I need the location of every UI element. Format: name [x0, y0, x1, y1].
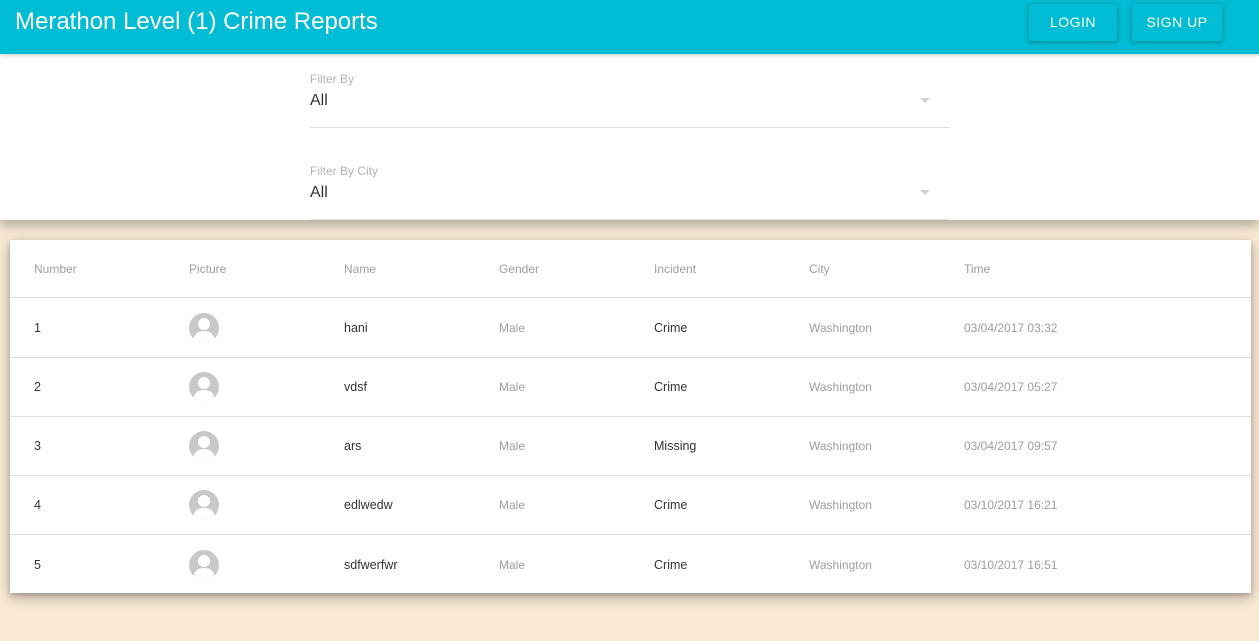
field-underline: [310, 127, 950, 128]
row-name: vdsf: [344, 380, 367, 394]
row-incident: Crime: [654, 498, 688, 512]
row-gender: Male: [499, 321, 526, 335]
avatar-icon: [189, 431, 219, 461]
row-city: Washington: [809, 557, 872, 572]
header-city: City: [809, 261, 830, 276]
row-picture: [189, 417, 219, 475]
filter-by-city-label: Filter By City: [310, 164, 379, 178]
filters-panel: Filter By All Filter By City All: [0, 54, 1259, 220]
row-time: 03/10/2017 16:21: [964, 498, 1058, 512]
row-picture: [189, 358, 219, 416]
header-incident: Incident: [654, 261, 697, 276]
row-picture: [189, 299, 219, 357]
row-name: sdfwerfwr: [344, 557, 398, 572]
row-incident: Crime: [654, 321, 688, 335]
avatar-icon: [189, 313, 219, 343]
row-time: 03/04/2017 03:32: [964, 321, 1058, 335]
row-gender: Male: [499, 498, 526, 512]
app-bar: Merathon Level (1) Crime Reports LOGIN S…: [0, 0, 1259, 54]
avatar-icon: [189, 490, 219, 520]
table-row[interactable]: 1 hani Male Crime Washington 03/04/2017 03:32: [10, 299, 1251, 358]
login-button[interactable]: LOGIN: [1029, 4, 1117, 41]
reports-table: Number Picture Name Gender Incident City…: [10, 240, 1251, 593]
filter-by-select[interactable]: Filter By All: [310, 72, 950, 128]
table-row[interactable]: 4 edlwedw Male Crime Washington 03/10/2017 16…: [10, 476, 1251, 535]
filter-by-value[interactable]: All: [310, 92, 328, 110]
row-name: hani: [344, 321, 368, 335]
dropdown-arrow-icon[interactable]: [920, 98, 930, 103]
row-incident: Missing: [654, 439, 697, 453]
row-city: Washington: [809, 498, 872, 512]
row-number: 3: [34, 439, 41, 453]
filter-by-city-value[interactable]: All: [310, 184, 328, 202]
avatar-icon: [189, 549, 219, 580]
row-time: 03/10/2017 16:51: [964, 557, 1058, 572]
row-number: 4: [34, 498, 41, 512]
filter-by-label: Filter By: [310, 72, 355, 86]
row-gender: Male: [499, 557, 526, 572]
row-incident: Crime: [654, 557, 688, 572]
row-number: 1: [34, 321, 41, 335]
row-number: 5: [34, 557, 41, 572]
signup-button[interactable]: SIGN UP: [1132, 4, 1222, 41]
row-gender: Male: [499, 380, 526, 394]
row-picture: [189, 476, 219, 534]
row-gender: Male: [499, 439, 526, 453]
row-number: 2: [34, 380, 41, 394]
table-row[interactable]: 5 sdfwerfwr Male Crime Washington 03/10/2017 …: [10, 535, 1251, 594]
row-time: 03/04/2017 09:57: [964, 439, 1058, 453]
header-name: Name: [344, 261, 377, 276]
dropdown-arrow-icon[interactable]: [920, 190, 930, 195]
table-row[interactable]: 2 vdsf Male Crime Washington 03/04/2017 05:27: [10, 358, 1251, 417]
row-time: 03/04/2017 05:27: [964, 380, 1058, 394]
field-underline: [310, 219, 950, 220]
row-city: Washington: [809, 321, 872, 335]
table-row[interactable]: 3 ars Male Missing Washington 03/04/2017 09:5…: [10, 417, 1251, 476]
app-title: Merathon Level (1) Crime Reports: [15, 8, 378, 35]
header-number: Number: [34, 261, 77, 276]
row-name: edlwedw: [344, 498, 393, 512]
row-city: Washington: [809, 439, 872, 453]
header-picture: Picture: [189, 261, 227, 276]
row-incident: Crime: [654, 380, 688, 394]
row-name: ars: [344, 439, 362, 453]
row-picture: [189, 535, 219, 594]
header-time: Time: [964, 261, 991, 276]
header-gender: Gender: [499, 261, 540, 276]
table-header: Number Picture Name Gender Incident City…: [10, 240, 1251, 298]
avatar-icon: [189, 372, 219, 402]
filter-by-city-select[interactable]: Filter By City All: [310, 164, 950, 220]
row-city: Washington: [809, 380, 872, 394]
